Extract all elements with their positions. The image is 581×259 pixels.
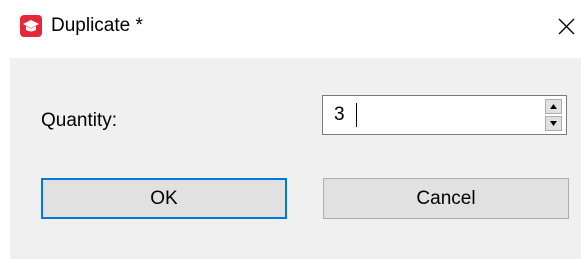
spin-up-button[interactable] [545,99,562,114]
chevron-up-icon [550,104,557,109]
graduation-cap-icon [20,15,42,37]
quantity-stepper[interactable] [322,95,567,135]
spin-down-button[interactable] [545,116,562,131]
chevron-down-icon [550,121,557,126]
cancel-button[interactable]: Cancel [323,178,569,219]
quantity-label: Quantity: [41,110,118,131]
close-icon [558,18,575,35]
dialog-body: Quantity: OK Cancel [10,58,581,259]
ok-button[interactable]: OK [41,178,287,219]
close-button[interactable] [552,10,581,42]
window-title: Duplicate * [51,15,143,36]
duplicate-dialog: Duplicate * Quantity: OK Ca [0,0,581,259]
text-caret [356,103,357,127]
title-bar: Duplicate * [0,0,581,52]
quantity-input[interactable] [323,96,533,134]
